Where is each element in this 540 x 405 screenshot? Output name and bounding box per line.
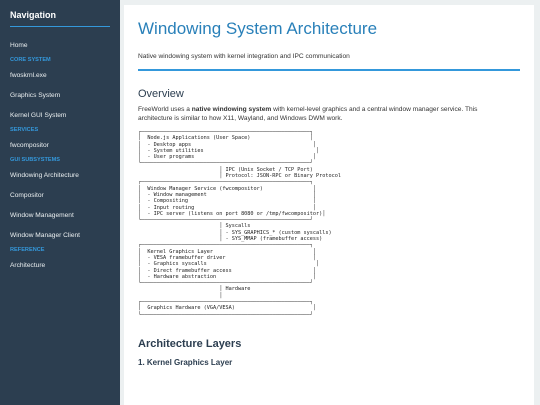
sidebar-title: Navigation <box>10 10 110 27</box>
sidebar: Navigation Home CORE SYSTEM fwoskrnl.exe Gr… <box>0 0 120 405</box>
overview-heading: Overview <box>138 88 184 100</box>
title-divider <box>138 69 520 71</box>
sidebar-item-fwcompositor[interactable]: fwcompositor <box>10 135 120 155</box>
main-content: Windowing System Architecture Native win… <box>124 5 534 405</box>
sidebar-item-window-manager-client[interactable]: Window Manager Client <box>10 225 120 245</box>
sidebar-item-window-management[interactable]: Window Management <box>10 205 120 225</box>
sidebar-item-architecture[interactable]: Architecture <box>10 255 120 275</box>
nav-section-services: SERVICES <box>10 127 39 133</box>
nav-list: Home CORE SYSTEM fwoskrnl.exe Graphics Syst… <box>10 35 120 275</box>
layers-heading: Architecture Layers <box>138 337 242 350</box>
sidebar-item-kernel-gui-system[interactable]: Kernel GUI System <box>10 105 120 125</box>
sidebar-item-graphics-system[interactable]: Graphics System <box>10 85 120 105</box>
architecture-diagram: ┌───────────────────────────────────────… <box>138 129 520 318</box>
sidebar-item-compositor[interactable]: Compositor <box>10 185 120 205</box>
sidebar-item-home[interactable]: Home <box>10 35 120 55</box>
layers-subheading: 1. Kernel Graphics Layer <box>138 357 233 367</box>
page-subtitle: Native windowing system with kernel inte… <box>138 53 350 60</box>
page-title: Windowing System Architecture <box>138 19 378 38</box>
sidebar-item-windowing-architecture[interactable]: Windowing Architecture <box>10 165 120 185</box>
sidebar-item-fwoskrnl-exe[interactable]: fwoskrnl.exe <box>10 65 120 85</box>
overview-text-bold: native windowing system <box>191 106 272 113</box>
nav-section-reference: REFERENCE <box>10 247 45 253</box>
nav-section-gui-subsystems: GUI SUBSYSTEMS <box>10 157 61 163</box>
diagram-line: └───────────────────────────────────────… <box>138 311 313 318</box>
nav-section-core-system: CORE SYSTEM <box>10 57 51 63</box>
overview-text-before: FreeWorld uses a <box>138 106 192 113</box>
overview-paragraph: FreeWorld uses a native windowing system… <box>138 105 498 123</box>
